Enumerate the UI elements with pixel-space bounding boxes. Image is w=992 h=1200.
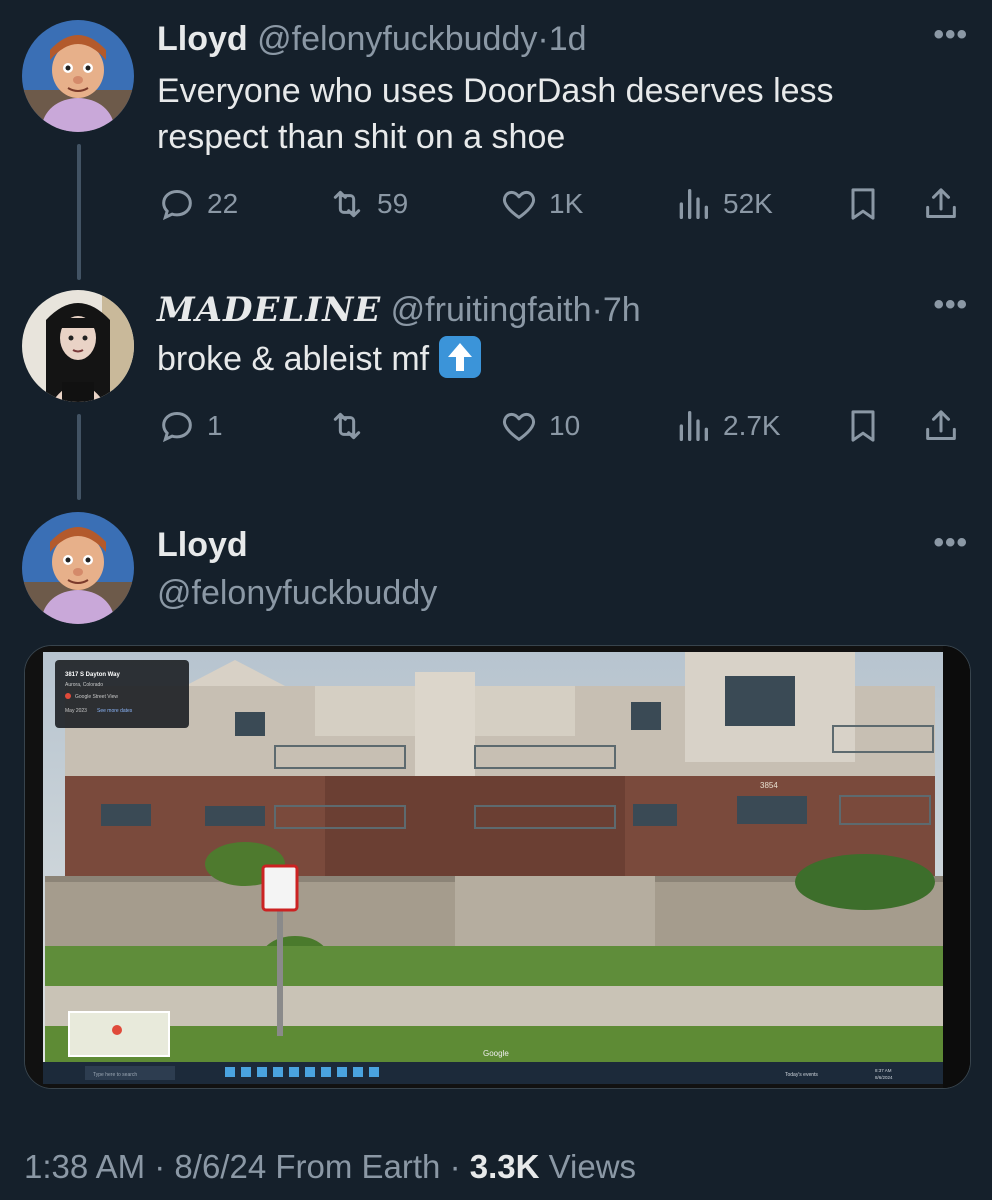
- street-view-photo: 3817 S Dayton Way Aurora, Colorado Googl…: [25, 646, 970, 1088]
- views-label: Views: [548, 1148, 637, 1185]
- separator-dot: ·: [449, 1148, 461, 1185]
- taskbar-events: Today's events: [785, 1072, 818, 1078]
- tweet-header: MADELINE @fruitingfaith·7h: [157, 290, 641, 330]
- post-source: From Earth: [275, 1148, 441, 1185]
- tweet-text-row: broke & ableist mf: [157, 336, 947, 382]
- views-button[interactable]: 2.7K: [673, 406, 781, 446]
- street-view-date: May 2023: [65, 708, 87, 714]
- views-bar-chart-icon: [679, 411, 708, 441]
- post-date[interactable]: 8/6/24: [174, 1148, 266, 1185]
- views-bar-chart-icon: [679, 189, 708, 219]
- timestamp[interactable]: 7h: [603, 291, 641, 329]
- avatar-image: [22, 20, 134, 132]
- tweet-meta: 1:38 AM · 8/6/24 From Earth · 3.3K Views: [24, 1148, 636, 1186]
- share-button[interactable]: [921, 184, 961, 224]
- retweet-count: 59: [377, 188, 409, 219]
- author-handle[interactable]: @felonyfuckbuddy: [157, 574, 437, 612]
- avatar[interactable]: [22, 512, 134, 624]
- author-handle[interactable]: @fruitingfaith: [391, 291, 592, 329]
- retweet-button[interactable]: [327, 406, 377, 446]
- heart-icon: [502, 190, 536, 219]
- tweet-header: Lloyd @felonyfuckbuddy·1d: [157, 20, 587, 59]
- tweet-actions: 22 59 1K 52K: [157, 184, 967, 228]
- reply-icon: [162, 411, 192, 443]
- like-count: 1K: [549, 188, 584, 219]
- like-button[interactable]: 1K: [499, 184, 583, 224]
- separator-dot: ·: [154, 1148, 166, 1185]
- share-button[interactable]: [921, 406, 961, 446]
- avatar[interactable]: [22, 20, 134, 132]
- up-arrow-emoji-icon: [438, 336, 481, 378]
- views-count: 3.3K: [469, 1148, 540, 1185]
- separator-dot: ·: [537, 20, 549, 58]
- reply-button[interactable]: 1: [157, 406, 223, 446]
- reply-button[interactable]: 22: [157, 184, 238, 224]
- author-name[interactable]: Lloyd: [157, 526, 248, 564]
- retweet-button[interactable]: 59: [327, 184, 408, 224]
- bookmark-button[interactable]: [843, 406, 883, 446]
- post-time[interactable]: 1:38 AM: [24, 1148, 145, 1185]
- author-name-row: Lloyd: [157, 526, 248, 565]
- more-dots-icon[interactable]: •••: [933, 18, 968, 52]
- building-number: 3854: [760, 781, 778, 790]
- google-watermark: Google: [483, 1049, 509, 1058]
- view-count: 52K: [723, 188, 773, 219]
- bookmark-button[interactable]: [843, 184, 883, 224]
- author-handle-row: @felonyfuckbuddy: [157, 574, 437, 613]
- more-dots-icon[interactable]: •••: [933, 288, 968, 322]
- reply-count: 22: [207, 188, 239, 219]
- bookmark-icon: [851, 410, 875, 442]
- tweet-media-image[interactable]: 3817 S Dayton Way Aurora, Colorado Googl…: [24, 645, 971, 1089]
- timestamp[interactable]: 1d: [549, 20, 587, 58]
- view-count: 2.7K: [723, 410, 781, 441]
- taskbar-search-placeholder: Type here to search: [93, 1072, 137, 1078]
- author-name[interactable]: Lloyd: [157, 20, 248, 58]
- tweet-text: Everyone who uses DoorDash deserves less…: [157, 72, 834, 156]
- thread-line: [77, 144, 81, 280]
- bookmark-icon: [851, 188, 875, 220]
- street-view-address: 3817 S Dayton Way: [65, 672, 120, 678]
- avatar-image: [22, 290, 134, 402]
- street-view-see-more: See more dates: [97, 708, 133, 714]
- reply-icon: [162, 189, 192, 221]
- street-view-city: Aurora, Colorado: [65, 682, 103, 688]
- author-name[interactable]: MADELINE: [157, 290, 381, 330]
- avatar-image: [22, 512, 134, 624]
- tweet-actions: 1 10 2.7K: [157, 406, 967, 450]
- tweet-text: broke & ableist mf: [157, 340, 430, 378]
- retweet-icon: [333, 190, 361, 218]
- street-view-source: Google Street View: [75, 694, 118, 700]
- taskbar-clock-time: 8:37 AM: [875, 1068, 892, 1073]
- avatar[interactable]: [22, 290, 134, 402]
- thread-line: [77, 414, 81, 500]
- retweet-icon: [333, 412, 361, 440]
- views-button[interactable]: 52K: [673, 184, 773, 224]
- author-handle[interactable]: @felonyfuckbuddy: [257, 20, 537, 58]
- like-count: 10: [549, 410, 581, 441]
- reply-count: 1: [207, 410, 223, 441]
- heart-icon: [502, 412, 536, 441]
- separator-dot: ·: [591, 291, 603, 329]
- more-dots-icon[interactable]: •••: [933, 526, 968, 560]
- share-icon: [926, 188, 956, 218]
- taskbar-clock-date: 8/6/2024: [875, 1075, 893, 1080]
- share-icon: [926, 410, 956, 440]
- like-button[interactable]: 10: [499, 406, 580, 446]
